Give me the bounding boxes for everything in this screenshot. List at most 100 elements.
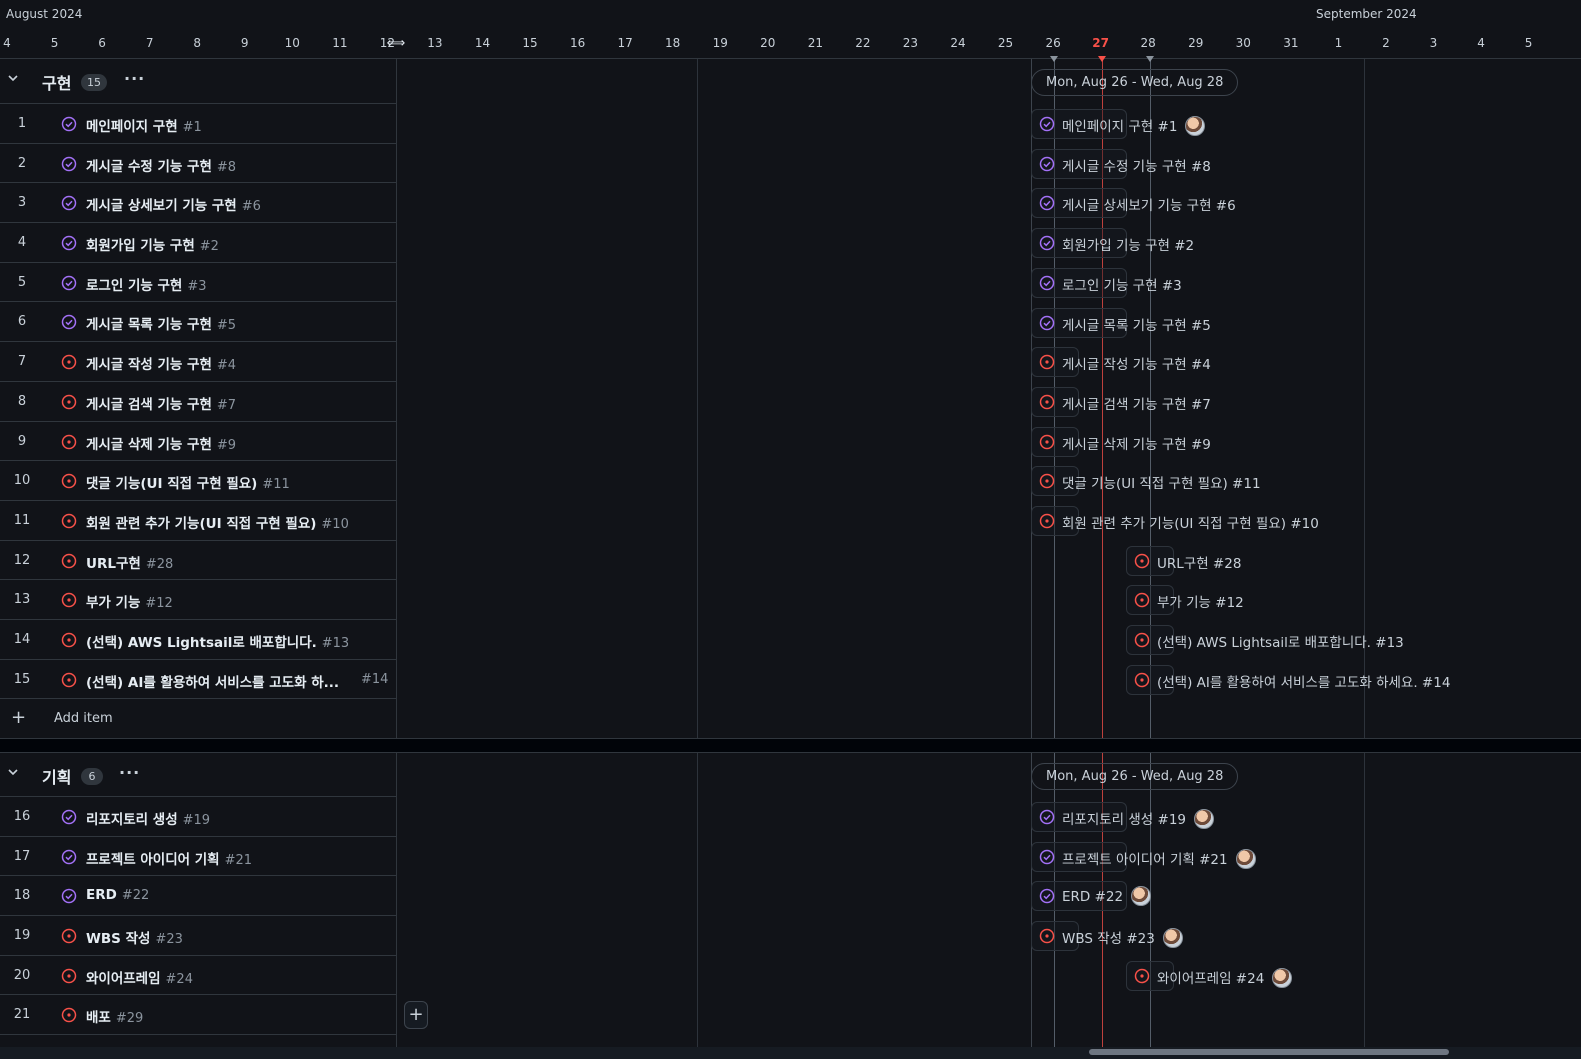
item-row[interactable]: 12 URL구현 #28	[0, 541, 396, 581]
item-row[interactable]: 20 와이어프레임 #24	[0, 956, 396, 996]
row-number: 12	[13, 552, 31, 568]
timeline-bar-label: 회원가입 기능 구현 #2	[1062, 234, 1194, 254]
scrollbar-thumb[interactable]	[1089, 1049, 1449, 1055]
item-row[interactable]: 11 회원 관련 추가 기능(UI 직접 구현 필요) #10	[0, 501, 396, 541]
issue-closed-icon	[1039, 849, 1055, 864]
item-title-link[interactable]: 리포지토리 생성 #19	[86, 808, 210, 828]
item-row[interactable]: 21 배포 #29	[0, 995, 396, 1036]
row-number: 6	[17, 314, 27, 330]
item-row[interactable]: 5 로그인 기능 구현 #3	[0, 263, 396, 303]
group-header: 구현 15 ···	[0, 59, 396, 104]
item-title-link[interactable]: WBS 작성 #23	[86, 927, 183, 947]
issue-number: #3	[187, 278, 207, 294]
issue-number: #2	[199, 239, 219, 255]
issue-open-icon	[61, 354, 77, 370]
item-row[interactable]: 3 게시글 상세보기 기능 구현 #6	[0, 183, 396, 224]
date-range-pill: Mon, Aug 26 - Wed, Aug 28	[1031, 69, 1239, 96]
issue-number: #7	[216, 397, 237, 413]
add-item-button[interactable]: Add item	[54, 711, 113, 726]
timeline-bar-label: 게시글 목록 기능 구현 #5	[1062, 314, 1211, 334]
item-title-link[interactable]: 로그인 기능 구현 #3	[86, 274, 207, 294]
item-title-link[interactable]: (선택) AWS Lightsail로 배포합니다. #13	[86, 631, 349, 651]
issue-open-icon	[61, 473, 77, 489]
day-label: 23	[902, 36, 919, 50]
item-row[interactable]: 6 게시글 목록 기능 구현 #5	[0, 302, 396, 343]
item-title-link[interactable]: 회원가입 기능 구현 #2	[86, 234, 219, 254]
item-row[interactable]: 15 (선택) AI를 활용하여 서비스를 고도화 하... #14	[0, 660, 396, 700]
item-title-text: 메인페이지 구현	[86, 119, 178, 135]
day-label: 16	[569, 36, 586, 50]
timeline-bar-label-text: (선택) AWS Lightsail로 배포합니다. #13	[1157, 635, 1404, 652]
issue-open-icon	[1039, 474, 1055, 489]
item-row[interactable]: 18 ERD #22	[0, 876, 396, 917]
item-title-link[interactable]: 게시글 목록 기능 구현 #5	[86, 313, 236, 333]
assignee-avatar[interactable]	[1235, 848, 1256, 869]
row-number: 11	[13, 512, 31, 528]
horizontal-scrollbar[interactable]	[0, 1047, 1581, 1059]
item-title-link[interactable]: 회원 관련 추가 기능(UI 직접 구현 필요) #10	[86, 512, 349, 532]
row-number: 20	[13, 967, 31, 983]
issue-closed-icon	[61, 889, 77, 904]
item-title-link[interactable]: 댓글 기능(UI 직접 구현 필요) #11	[86, 472, 290, 492]
item-title-link[interactable]: (선택) AI를 활용하여 서비스를 고도화 하...	[86, 671, 339, 691]
item-title-link[interactable]: 게시글 작성 기능 구현 #4	[86, 353, 236, 373]
item-row[interactable]: 7 게시글 작성 기능 구현 #4	[0, 342, 396, 382]
item-title-link[interactable]: 메인페이지 구현 #1	[86, 115, 202, 135]
day-label: 13	[427, 36, 443, 50]
timeline-bar-label: 게시글 수정 기능 구현 #8	[1062, 155, 1211, 175]
item-title-link[interactable]: 프로젝트 아이디어 기획 #21	[86, 848, 252, 868]
issue-open-icon	[1134, 593, 1150, 608]
item-title-link[interactable]: ERD #22	[86, 887, 149, 903]
chevron-down-icon[interactable]	[7, 72, 19, 84]
month-gridline	[1364, 59, 1365, 1047]
issue-closed-icon	[61, 275, 77, 290]
issue-closed-icon	[1039, 116, 1055, 132]
item-row[interactable]: 14 (선택) AWS Lightsail로 배포합니다. #13	[0, 620, 396, 660]
timeline-bar-label-text: URL구현 #28	[1157, 555, 1242, 572]
item-title-link[interactable]: 게시글 삭제 기능 구현 #9	[86, 433, 236, 453]
chevron-down-icon[interactable]	[7, 766, 19, 778]
item-row[interactable]: 9 게시글 삭제 기능 구현 #9	[0, 422, 396, 462]
item-row[interactable]: 16 리포지토리 생성 #19	[0, 797, 396, 837]
issue-open-icon	[61, 1008, 77, 1023]
issue-open-icon	[61, 593, 77, 608]
row-number: 14	[13, 631, 31, 647]
add-date-button[interactable]: +	[404, 1001, 428, 1029]
item-title-text: ERD	[86, 887, 117, 904]
item-row[interactable]: 4 회원가입 기능 구현 #2	[0, 223, 396, 263]
day-label: 22	[855, 36, 871, 50]
assignee-avatar[interactable]	[1185, 116, 1206, 136]
day-label: 14	[474, 36, 491, 50]
range-end-marker-icon	[1146, 56, 1154, 62]
range-start-marker-icon	[1050, 56, 1058, 62]
issue-open-icon	[1134, 553, 1150, 568]
timeline-bar-label-text: 게시글 작성 기능 구현 #4	[1062, 357, 1211, 374]
item-row[interactable]: 19 WBS 작성 #23	[0, 916, 396, 956]
assignee-avatar[interactable]	[1162, 928, 1183, 949]
add-item-row[interactable]: + Add item	[0, 699, 396, 739]
group-title: 구현	[42, 74, 72, 93]
item-row[interactable]: 2 게시글 수정 기능 구현 #8	[0, 144, 396, 184]
item-title-link[interactable]: URL구현 #28	[86, 552, 173, 572]
item-row[interactable]: 10 댓글 기능(UI 직접 구현 필요) #11	[0, 461, 396, 501]
item-title-link[interactable]: 게시글 검색 기능 구현 #7	[86, 393, 236, 413]
column-resize-handle[interactable]: ⟺	[387, 36, 406, 51]
month-label-september: September 2024	[1316, 7, 1417, 21]
item-title-link[interactable]: 게시글 상세보기 기능 구현 #6	[86, 194, 261, 214]
item-row[interactable]: 17 프로젝트 아이디어 기획 #21	[0, 837, 396, 877]
item-row[interactable]: 13 부가 기능 #12	[0, 580, 396, 620]
assignee-avatar[interactable]	[1131, 886, 1152, 907]
group-menu-button[interactable]: ···	[119, 763, 140, 782]
group-menu-button[interactable]: ···	[124, 69, 145, 88]
issue-closed-icon	[1039, 809, 1055, 825]
item-title-link[interactable]: 게시글 수정 기능 구현 #8	[86, 155, 236, 175]
item-title-link[interactable]: 부가 기능 #12	[86, 591, 173, 611]
assignee-avatar[interactable]	[1272, 967, 1293, 988]
timeline-header: August 2024 September 2024 4 5 6 7 8 9 10 11 12 1…	[0, 0, 1581, 62]
item-row[interactable]: 8 게시글 검색 기능 구현 #7	[0, 382, 396, 422]
item-title-text: 와이어프레임	[86, 970, 161, 987]
item-title-link[interactable]: 배포 #29	[86, 1006, 143, 1026]
item-title-link[interactable]: 와이어프레임 #24	[86, 967, 193, 987]
item-row[interactable]: 1 메인페이지 구현 #1	[0, 104, 396, 144]
assignee-avatar[interactable]	[1194, 809, 1215, 829]
